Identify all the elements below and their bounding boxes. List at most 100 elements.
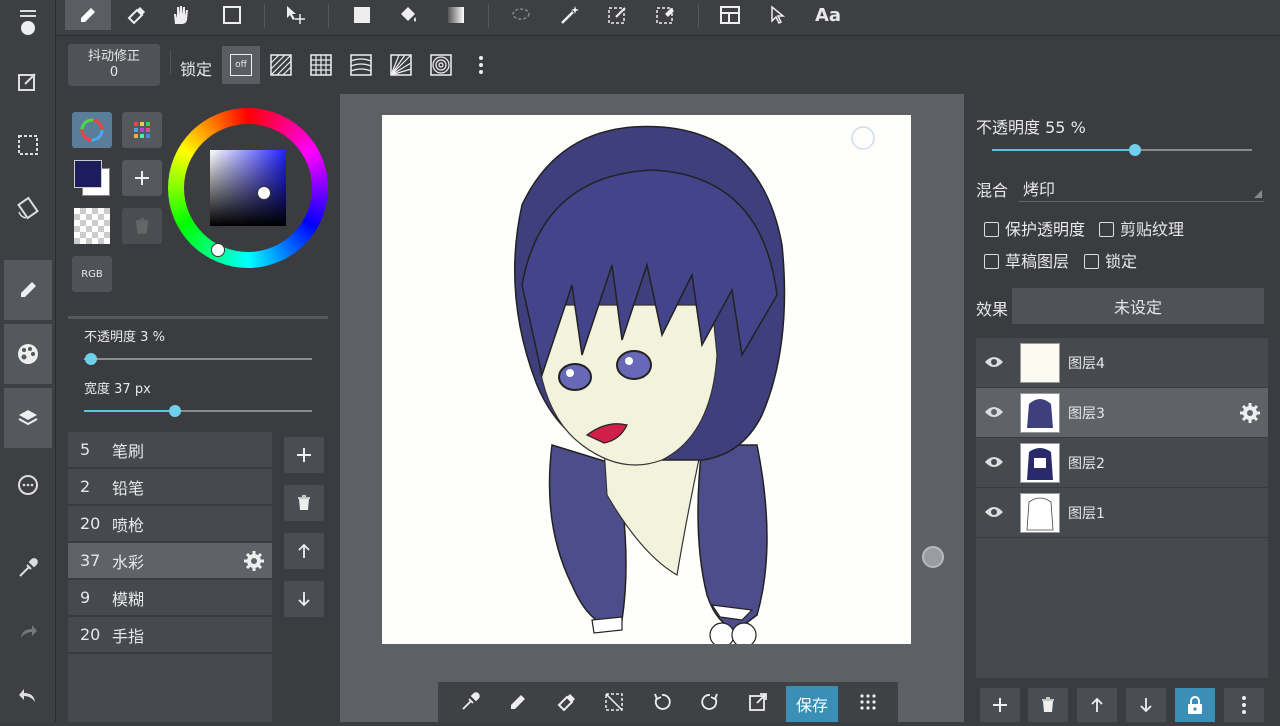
delete-brush-button[interactable] bbox=[284, 485, 324, 521]
move-brush-up-button[interactable] bbox=[284, 533, 324, 569]
move-layer-down-button[interactable] bbox=[1126, 688, 1166, 722]
undo-icon bbox=[19, 689, 35, 702]
redo-button[interactable] bbox=[4, 602, 52, 662]
list-item[interactable]: 9 模糊 bbox=[68, 580, 272, 616]
layer-panel-button[interactable] bbox=[4, 388, 52, 448]
operation-tool-button[interactable] bbox=[758, 0, 798, 30]
undo-bottom-button[interactable] bbox=[638, 682, 686, 722]
eye-icon[interactable] bbox=[984, 354, 1004, 370]
magic-wand-button[interactable] bbox=[550, 0, 590, 30]
sv-picker-knob[interactable] bbox=[257, 186, 271, 200]
hand-tool-button[interactable] bbox=[160, 0, 200, 30]
layer-settings-gear-icon[interactable] bbox=[1238, 401, 1262, 425]
lasso-icon bbox=[512, 8, 530, 20]
menu-button[interactable] bbox=[4, 0, 52, 40]
snap-grid-button[interactable] bbox=[302, 46, 340, 84]
drawing-canvas[interactable] bbox=[382, 115, 911, 648]
hue-picker-knob[interactable] bbox=[211, 243, 225, 257]
move-tool-button[interactable] bbox=[276, 0, 316, 30]
layer-row[interactable]: 图层4 bbox=[976, 338, 1268, 388]
layers-icon bbox=[18, 410, 38, 426]
saturation-value-square[interactable] bbox=[210, 150, 286, 226]
list-item[interactable]: 2 铅笔 bbox=[68, 469, 272, 505]
lock-layer-button[interactable] bbox=[1175, 688, 1215, 722]
transparent-color-swatch[interactable] bbox=[74, 208, 110, 244]
eye-icon[interactable] bbox=[984, 454, 1004, 470]
draft-layer-checkbox[interactable]: 草稿图层 bbox=[984, 248, 1069, 272]
gradient-tool-button[interactable] bbox=[436, 0, 476, 30]
snap-concentric-button[interactable] bbox=[422, 46, 460, 84]
lasso-tool-button[interactable] bbox=[500, 0, 540, 30]
eyedropper-button[interactable] bbox=[4, 538, 52, 598]
add-layer-button[interactable] bbox=[980, 688, 1020, 722]
blend-mode-select[interactable]: 烤印 bbox=[1018, 170, 1264, 202]
brush-width-knob[interactable] bbox=[169, 405, 181, 417]
select-pen-button[interactable] bbox=[598, 0, 638, 30]
add-color-button[interactable] bbox=[122, 160, 162, 196]
current-color-swatch[interactable] bbox=[72, 158, 112, 198]
shape-tool-button[interactable] bbox=[212, 0, 252, 30]
bottom-eraser-button[interactable] bbox=[542, 682, 590, 722]
edit-canvas-button[interactable] bbox=[4, 52, 52, 112]
bottom-eyedropper-button[interactable] bbox=[446, 682, 494, 722]
canvas-scroll-handle[interactable] bbox=[922, 546, 944, 568]
delete-layer-button[interactable] bbox=[1028, 688, 1068, 722]
color-wheel-tab[interactable] bbox=[72, 112, 112, 148]
pen-icon bbox=[511, 695, 525, 709]
brush-size: 20 bbox=[80, 625, 101, 644]
bottom-more-button[interactable] bbox=[844, 682, 892, 722]
palette-icon bbox=[18, 344, 38, 364]
add-brush-button[interactable] bbox=[284, 437, 324, 473]
deselect-button[interactable] bbox=[590, 682, 638, 722]
eyedropper-icon bbox=[19, 558, 38, 577]
layer-row[interactable]: 图层2 bbox=[976, 438, 1268, 488]
snap-more-button[interactable] bbox=[462, 46, 500, 84]
effect-button[interactable]: 未设定 bbox=[1012, 288, 1264, 324]
material-button[interactable] bbox=[4, 455, 52, 515]
snap-curve-button[interactable] bbox=[342, 46, 380, 84]
layer-row[interactable]: 图层3 bbox=[976, 388, 1268, 438]
snap-perspective-button[interactable] bbox=[382, 46, 420, 84]
redo-bottom-button[interactable] bbox=[686, 682, 734, 722]
save-button[interactable]: 保存 bbox=[786, 686, 838, 722]
list-item[interactable]: 20 手指 bbox=[68, 617, 272, 653]
brush-panel-button[interactable] bbox=[4, 260, 52, 320]
delete-color-button[interactable] bbox=[122, 208, 162, 244]
list-item[interactable]: 5 笔刷 bbox=[68, 432, 272, 468]
undo-button[interactable] bbox=[4, 666, 52, 726]
move-brush-down-button[interactable] bbox=[284, 581, 324, 617]
layer-row[interactable]: 图层1 bbox=[976, 488, 1268, 538]
frame-divider-button[interactable] bbox=[710, 0, 750, 30]
select-eraser-button[interactable] bbox=[646, 0, 686, 30]
fullscreen-button[interactable] bbox=[734, 682, 782, 722]
eye-icon[interactable] bbox=[984, 404, 1004, 420]
color-wheel[interactable] bbox=[168, 108, 328, 268]
clipping-checkbox[interactable]: 剪贴纹理 bbox=[1099, 216, 1184, 240]
move-layer-up-button[interactable] bbox=[1077, 688, 1117, 722]
fill-rect-tool-button[interactable] bbox=[342, 0, 382, 30]
layer-lock-checkbox[interactable]: 锁定 bbox=[1084, 248, 1137, 272]
pen-tool-button[interactable] bbox=[65, 0, 111, 30]
brush-opacity-knob[interactable] bbox=[85, 353, 97, 365]
list-item[interactable]: 37 水彩 bbox=[68, 543, 272, 579]
protect-alpha-checkbox[interactable]: 保护透明度 bbox=[984, 216, 1085, 240]
snap-off-button[interactable]: off bbox=[222, 46, 260, 84]
transform-button[interactable] bbox=[4, 178, 52, 238]
stabilizer-button[interactable]: 抖动修正 0 bbox=[68, 44, 160, 86]
selection-button[interactable] bbox=[4, 115, 52, 175]
bottom-pen-button[interactable] bbox=[494, 682, 542, 722]
snap-parallel-button[interactable] bbox=[262, 46, 300, 84]
eye-icon[interactable] bbox=[984, 504, 1004, 520]
text-tool-button[interactable]: Aa bbox=[808, 0, 848, 30]
layer-more-button[interactable] bbox=[1224, 688, 1264, 722]
eraser-tool-button[interactable] bbox=[116, 0, 156, 30]
rgb-mode-button[interactable]: RGB bbox=[72, 256, 112, 292]
color-panel-button[interactable] bbox=[4, 324, 52, 384]
brush-opacity-track[interactable] bbox=[84, 358, 312, 360]
more-vertical-icon bbox=[479, 56, 483, 74]
brush-settings-gear-icon[interactable] bbox=[242, 549, 266, 573]
palette-grid-tab[interactable] bbox=[122, 112, 162, 148]
list-item[interactable]: 20 喷枪 bbox=[68, 506, 272, 542]
layer-opacity-knob[interactable] bbox=[1129, 144, 1141, 156]
bucket-tool-button[interactable] bbox=[388, 0, 428, 30]
